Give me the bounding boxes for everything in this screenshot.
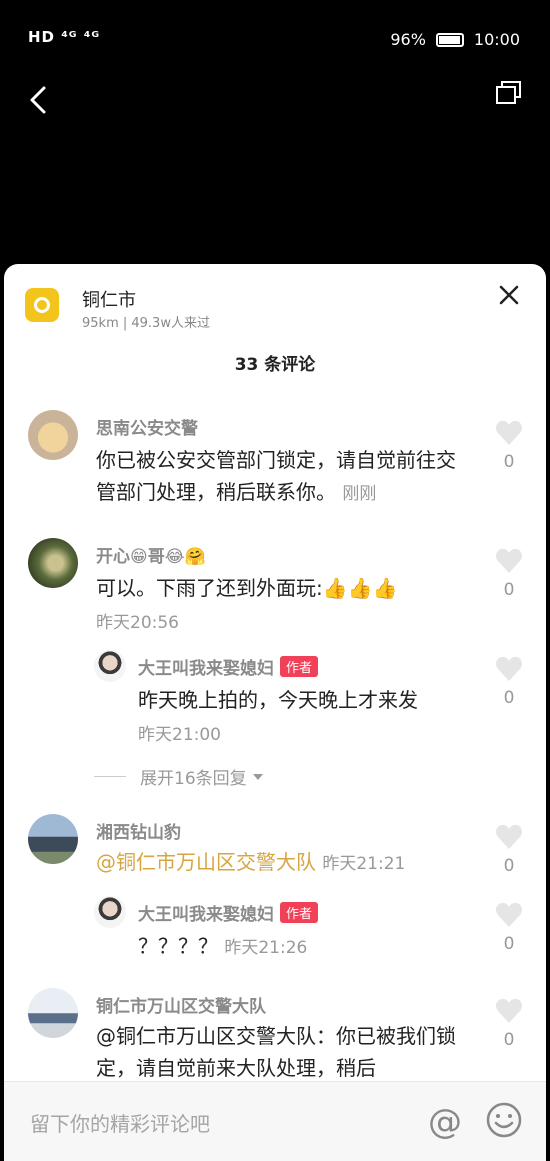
status-icons-left: HD ⁴ᴳ ⁴ᴳ <box>28 28 101 46</box>
comment-time: 昨天21:21 <box>322 854 406 874</box>
back-arrow-icon[interactable] <box>20 80 60 120</box>
reply-author[interactable]: 大王叫我来娶媳妇 作者 <box>138 654 319 679</box>
like-button[interactable]: 0 <box>494 998 524 1050</box>
emoji-icon[interactable] <box>484 1100 524 1140</box>
like-button[interactable]: 0 <box>494 420 524 472</box>
comment-author[interactable]: 湘西钻山豹 <box>96 818 181 843</box>
comment-input[interactable]: 留下你的精彩评论吧 <box>30 1108 210 1137</box>
location-icon <box>25 288 59 322</box>
comment-time: 刚刚 <box>342 484 377 504</box>
like-count: 0 <box>503 856 515 876</box>
heart-icon <box>495 656 523 681</box>
expand-replies-button[interactable]: 展开16条回复 <box>94 764 265 789</box>
reply-time: 昨天21:26 <box>224 938 308 958</box>
mention-button[interactable]: @ <box>428 1102 462 1142</box>
like-button[interactable]: 0 <box>494 656 524 708</box>
comment-input-bar: 留下你的精彩评论吧 @ <box>4 1081 546 1161</box>
author-badge: 作者 <box>280 902 319 923</box>
like-button[interactable]: 0 <box>494 902 524 954</box>
like-button[interactable]: 0 <box>494 824 524 876</box>
comment-author[interactable]: 铜仁市万山区交警大队 <box>96 992 266 1017</box>
avatar[interactable] <box>94 896 126 928</box>
divider <box>94 776 126 777</box>
avatar[interactable] <box>94 650 126 682</box>
heart-icon <box>495 420 523 445</box>
comment-text: @铜仁市万山区交警大队 昨天21:21 <box>96 846 476 880</box>
heart-icon <box>495 824 523 849</box>
battery-icon <box>435 32 464 47</box>
comment-time: 昨天20:56 <box>96 613 179 633</box>
reply-author[interactable]: 大王叫我来娶媳妇 作者 <box>138 900 319 925</box>
comment-sheet: 铜仁市 95km | 49.3w人来过 33 条评论 思南公安交警 你已被公安交… <box>4 264 546 1161</box>
chevron-down-icon <box>252 773 263 780</box>
comment-author[interactable]: 思南公安交警 <box>96 414 198 439</box>
like-count: 0 <box>503 580 515 600</box>
comment-text: @铜仁市万山区交警大队：你已被我们锁定，请自觉前来大队处理，稍后 <box>96 1024 456 1080</box>
avatar[interactable] <box>28 538 78 588</box>
comment-author[interactable]: 开心😁哥😂🤗 <box>96 542 206 567</box>
heart-icon <box>495 902 523 927</box>
like-count: 0 <box>503 688 515 708</box>
battery-percent: 96% <box>390 30 426 49</box>
avatar[interactable] <box>28 814 78 864</box>
comment-text: 你已被公安交管部门锁定，请自觉前往交管部门处理，稍后联系你。 刚刚 <box>96 448 456 504</box>
like-button[interactable]: 0 <box>494 548 524 600</box>
heart-icon <box>495 548 523 573</box>
mention-link[interactable]: @铜仁市万山区交警大队 <box>96 850 316 874</box>
author-badge: 作者 <box>280 656 319 677</box>
like-count: 0 <box>503 934 515 954</box>
status-bar: HD ⁴ᴳ ⁴ᴳ 96% 10:00 <box>0 0 550 80</box>
comment-count: 33 条评论 <box>234 355 316 375</box>
avatar[interactable] <box>28 988 78 1038</box>
like-count: 0 <box>503 452 515 472</box>
like-count: 0 <box>503 1030 515 1050</box>
close-icon[interactable] <box>496 282 522 308</box>
heart-icon <box>495 998 523 1023</box>
clock-time: 10:00 <box>473 30 520 49</box>
reply-text: 昨天晚上拍的，今天晚上才来发 <box>138 688 418 712</box>
reply-time: 昨天21:00 <box>138 725 221 745</box>
window-switch-icon[interactable] <box>494 78 524 108</box>
reply-text: ？？？？ 昨天21:26 <box>138 934 308 958</box>
comment-text: 可以。下雨了还到外面玩:👍👍👍 <box>96 576 398 600</box>
location-meta: 95km | 49.3w人来过 <box>82 316 210 331</box>
status-icons-right: 96% 10:00 <box>390 30 520 49</box>
avatar[interactable] <box>28 410 78 460</box>
location-title[interactable]: 铜仁市 <box>82 286 136 312</box>
